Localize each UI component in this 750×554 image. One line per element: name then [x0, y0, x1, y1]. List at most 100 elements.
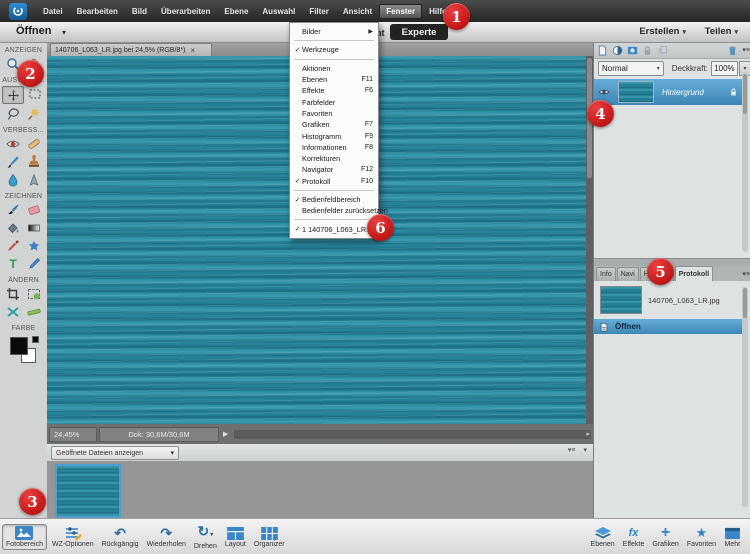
menu-item-favoriten[interactable]: Favoriten	[290, 108, 378, 119]
scroll-right-icon[interactable]: ▸	[586, 430, 590, 439]
red-eye-tool-icon[interactable]	[3, 136, 23, 152]
pencil-tool-icon[interactable]	[24, 256, 44, 272]
adjustment-layer-icon[interactable]	[612, 45, 623, 56]
history-panel-menu-icon[interactable]: ▾≡	[742, 270, 750, 278]
delete-layer-icon[interactable]	[727, 45, 738, 56]
paint-bucket-tool-icon[interactable]	[3, 220, 23, 236]
sharpen-tool-icon[interactable]	[24, 172, 44, 188]
share-button[interactable]: Teilen▾	[705, 26, 738, 37]
history-panel-scrollbar[interactable]	[742, 287, 748, 507]
tab-info[interactable]: Info	[596, 267, 616, 281]
color-swatches[interactable]	[9, 336, 39, 368]
lock-layer-icon[interactable]	[642, 45, 653, 56]
move-tool-icon[interactable]	[2, 86, 24, 104]
magic-wand-tool-icon[interactable]	[24, 106, 44, 122]
new-layer-icon[interactable]	[597, 45, 608, 56]
foreground-color-swatch[interactable]	[10, 337, 28, 355]
content-aware-move-tool-icon[interactable]	[3, 304, 23, 320]
photo-bin-thumbnail[interactable]	[55, 464, 121, 518]
menu-item-werkzeuge[interactable]: ✓Werkzeuge	[290, 44, 378, 55]
marquee-tool-icon[interactable]	[25, 86, 45, 102]
menubar-item-fenster[interactable]: Fenster	[379, 4, 422, 19]
menu-item-bedienfeldbereich[interactable]: ✓Bedienfeldbereich	[290, 194, 378, 205]
menubar-item-auswahl[interactable]: Auswahl	[255, 4, 302, 19]
link-layers-icon[interactable]	[657, 45, 668, 56]
menubar-item-ueberarbeiten[interactable]: Überarbeiten	[154, 4, 217, 19]
layout-button[interactable]: Layout	[222, 526, 249, 549]
menu-item-open-document[interactable]: ✓1 140706_L063_LR.jpg	[290, 223, 378, 234]
menubar-item-filter[interactable]: Filter	[302, 4, 336, 19]
menu-item-bilder[interactable]: Bilder▶	[290, 26, 378, 37]
layer-row-hintergrund[interactable]: Hintergrund	[594, 79, 744, 105]
history-open-icon	[599, 322, 609, 332]
crop-tool-icon[interactable]	[3, 286, 23, 302]
layer-visibility-eye-icon[interactable]	[598, 88, 610, 96]
tab-protokoll[interactable]: Protokoll	[675, 266, 713, 281]
menubar-item-bearbeiten[interactable]: Bearbeiten	[70, 4, 125, 19]
menubar-item-ansicht[interactable]: Ansicht	[336, 4, 379, 19]
favorites-panel-button[interactable]: ★ Favoriten	[684, 525, 719, 549]
layers-panel-scrollbar[interactable]	[742, 72, 748, 252]
menu-item-korrekturen[interactable]: Korrekturen	[290, 153, 378, 164]
menu-item-histogramm[interactable]: HistogrammF9	[290, 130, 378, 141]
menu-item-farbfelder[interactable]: Farbfelder	[290, 96, 378, 107]
default-colors-icon[interactable]	[32, 336, 39, 343]
layer-mask-icon[interactable]	[627, 45, 638, 56]
photo-bin-button[interactable]: Fotobereich	[2, 524, 47, 550]
canvas-horizontal-scrollbar[interactable]: ▸	[234, 430, 591, 439]
rotate-button[interactable]: ↻▾ Drehen	[191, 523, 220, 551]
graphics-panel-button[interactable]: + Grafiken	[649, 525, 681, 549]
custom-shape-tool-icon[interactable]	[24, 238, 44, 254]
layer-thumbnail[interactable]	[618, 81, 654, 103]
menubar-item-datei[interactable]: Datei	[36, 4, 70, 19]
brush-tool-icon[interactable]	[3, 202, 23, 218]
menu-item-ebenen[interactable]: EbenenF11	[290, 74, 378, 85]
menubar-item-bild[interactable]: Bild	[125, 4, 154, 19]
open-button[interactable]: Öffnen	[16, 25, 51, 37]
menu-item-protokoll[interactable]: ✓ProtokollF10	[290, 176, 378, 187]
undo-button[interactable]: ↶ Rückgängig	[99, 525, 142, 549]
menu-item-navigator[interactable]: NavigatorF12	[290, 164, 378, 175]
status-expand-icon[interactable]: ▶	[223, 430, 228, 438]
blend-mode-select[interactable]: Normal ▾	[598, 61, 664, 76]
menu-item-bedienfelder-zuruecksetzen[interactable]: Bedienfelder zurücksetzen	[290, 205, 378, 216]
photo-bin-menu-icon[interactable]: ▾≡	[568, 446, 576, 454]
recompose-tool-icon[interactable]	[24, 286, 44, 302]
menu-item-effekte[interactable]: EffekteF6	[290, 85, 378, 96]
redo-label: Wiederholen	[147, 541, 186, 548]
straighten-tool-icon[interactable]	[24, 304, 44, 320]
menu-item-informationen[interactable]: InformationenF8	[290, 142, 378, 153]
menu-item-aktionen[interactable]: Aktionen	[290, 63, 378, 74]
tab-navigator[interactable]: Navi	[617, 267, 639, 281]
open-dropdown-caret-icon[interactable]: ▾	[62, 28, 66, 37]
blur-tool-icon[interactable]	[3, 172, 23, 188]
effects-panel-button[interactable]: fx Effekte	[620, 525, 648, 549]
spot-healing-tool-icon[interactable]	[24, 136, 44, 152]
shortcut-label: F8	[365, 144, 373, 151]
mode-tab-experte[interactable]: Experte	[390, 24, 448, 40]
menu-item-grafiken[interactable]: GrafikenF7	[290, 119, 378, 130]
create-button[interactable]: Erstellen▾	[639, 26, 686, 37]
clone-stamp-tool-icon[interactable]	[24, 154, 44, 170]
healing-brush-tool-icon[interactable]	[3, 154, 23, 170]
history-entry-row[interactable]: Öffnen	[594, 319, 744, 334]
more-panels-button[interactable]: Mehr	[721, 526, 744, 549]
tool-options-button[interactable]: WZ-Optionen	[49, 525, 97, 549]
opacity-field[interactable]: 100%	[711, 61, 738, 76]
lasso-tool-icon[interactable]	[3, 106, 23, 122]
gradient-tool-icon[interactable]	[24, 220, 44, 236]
eraser-tool-icon[interactable]	[24, 202, 44, 218]
redo-button[interactable]: ↷ Wiederholen	[144, 525, 189, 549]
organizer-button[interactable]: Organizer	[251, 526, 288, 549]
layers-panel-menu-icon[interactable]: ▾≡	[742, 46, 750, 54]
document-tab[interactable]: 140706_L063_LR.jpg bei 24,5% (RGB/8*) ×	[50, 43, 212, 57]
zoom-level-field[interactable]: 24,45%	[49, 427, 97, 442]
tab-close-icon[interactable]: ×	[190, 46, 195, 55]
photo-bin-filter-dropdown[interactable]: Geöffnete Dateien anzeigen ▾	[51, 446, 179, 460]
photo-bin-collapse-icon[interactable]: ▾	[583, 446, 587, 454]
menu-separator	[294, 219, 374, 220]
menubar-item-ebene[interactable]: Ebene	[217, 4, 255, 19]
eyedropper-tool-icon[interactable]	[3, 238, 23, 254]
layers-panel-button[interactable]: Ebenen	[588, 525, 618, 549]
type-tool-icon[interactable]: T	[3, 256, 23, 272]
